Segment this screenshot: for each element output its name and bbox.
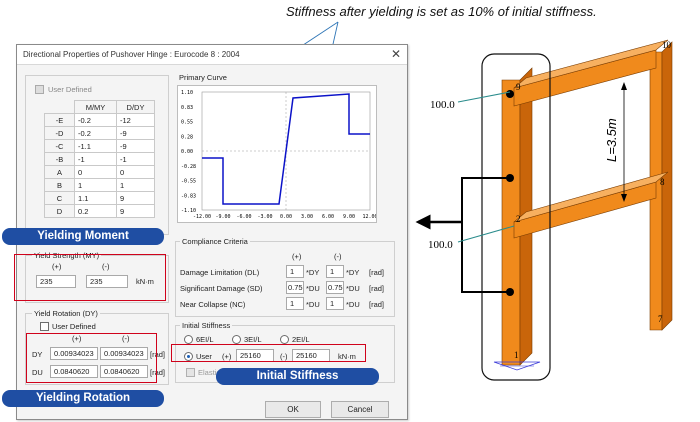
nc-minus-input[interactable]: 1 xyxy=(326,297,344,310)
nc-plus-input[interactable]: 1 xyxy=(286,297,304,310)
table-row: -D -0.2 -9 xyxy=(44,126,155,140)
cell-d[interactable]: -12 xyxy=(116,113,155,127)
cell-d[interactable]: -9 xyxy=(116,139,155,153)
dialog-title: Directional Properties of Pushover Hinge… xyxy=(23,50,240,59)
x-tick-label: 0.00 xyxy=(280,214,292,220)
radio-2eil[interactable] xyxy=(280,335,289,344)
table-row: -E -0.2 -12 xyxy=(44,113,155,127)
close-icon[interactable]: ✕ xyxy=(391,47,401,61)
hinge-point-top xyxy=(506,90,514,98)
yielding-rotation-badge: Yielding Rotation xyxy=(2,390,164,407)
cell-d[interactable]: 0 xyxy=(116,165,155,179)
initial-stiffness-badge: Initial Stiffness xyxy=(216,368,379,385)
cell-d[interactable]: 9 xyxy=(116,204,155,218)
y-tick-label: 0.28 xyxy=(181,134,193,140)
node-label-7: 7 xyxy=(658,314,663,324)
user-defined-checkbox[interactable] xyxy=(35,85,44,94)
yield-rotation-title: Yield Rotation (DY) xyxy=(32,309,100,318)
node-label-1: 1 xyxy=(514,350,519,360)
cell-m[interactable]: -0.2 xyxy=(74,113,117,127)
y-tick-label: 0.83 xyxy=(181,105,193,111)
cell-d[interactable]: -1 xyxy=(116,152,155,166)
y-tick-label: -0.83 xyxy=(181,193,196,199)
sd-label: Significant Damage (SD) xyxy=(180,284,263,293)
table-row: -B -1 -1 xyxy=(44,152,155,166)
compliance-criteria-group: Compliance Criteria (+) (-) Damage Limit… xyxy=(175,237,395,317)
yielding-moment-highlight xyxy=(14,254,166,301)
node-label-8: 8 xyxy=(660,177,665,187)
radio-6eil[interactable] xyxy=(184,335,193,344)
cell-m[interactable]: -1.1 xyxy=(74,139,117,153)
y-tick-label: -0.28 xyxy=(181,164,196,170)
cell-m[interactable]: -0.2 xyxy=(74,126,117,140)
cell-m[interactable]: 1 xyxy=(74,178,117,192)
x-tick-label: -6.00 xyxy=(236,214,251,220)
cell-m[interactable]: -1 xyxy=(74,152,117,166)
y-tick-label: 0.00 xyxy=(181,149,193,155)
cell-m[interactable]: 0 xyxy=(74,165,117,179)
cell-d[interactable]: 1 xyxy=(116,178,155,192)
initial-stiffness-title: Initial Stiffness xyxy=(180,321,233,330)
primary-curve-title: Primary Curve xyxy=(179,73,227,82)
elastic-stiffness-checkbox[interactable] xyxy=(186,368,195,377)
cell-d[interactable]: -9 xyxy=(116,126,155,140)
dl-minus-input[interactable]: 1 xyxy=(326,265,344,278)
x-tick-label: 12.00 xyxy=(362,214,376,220)
table-row: C 1.1 9 xyxy=(44,191,155,205)
dialog-titlebar: Directional Properties of Pushover Hinge… xyxy=(17,45,407,65)
initial-stiffness-highlight xyxy=(171,344,366,362)
x-tick-label: -3.00 xyxy=(257,214,272,220)
col-header-m: M/MY xyxy=(74,100,117,114)
x-tick-label: 6.00 xyxy=(322,214,334,220)
sd-minus-input[interactable]: 0.75 xyxy=(326,281,344,294)
frame-model-view: 100.0 100.0 L=3.5m 9 10 8 2 7 1 xyxy=(415,39,673,381)
sd-plus-input[interactable]: 0.75 xyxy=(286,281,304,294)
yielding-rotation-highlight xyxy=(26,333,157,383)
y-tick-label: -0.55 xyxy=(181,179,196,185)
col-header-d: D/DY xyxy=(116,100,155,114)
x-tick-label: -9.00 xyxy=(215,214,230,220)
ok-button[interactable]: OK xyxy=(265,401,321,418)
cell-m[interactable]: 1.1 xyxy=(74,191,117,205)
table-row: -C -1.1 -9 xyxy=(44,139,155,153)
height-dimension-label: L=3.5m xyxy=(604,118,619,162)
user-defined-label: User Defined xyxy=(48,85,92,94)
table-row: A00 xyxy=(44,165,155,179)
dl-plus-input[interactable]: 1 xyxy=(286,265,304,278)
load-label-mid: 100.0 xyxy=(428,239,453,251)
nc-label: Near Collapse (NC) xyxy=(180,300,246,309)
cell-d[interactable]: 9 xyxy=(116,191,155,205)
dl-label: Damage Limitation (DL) xyxy=(180,268,260,277)
node-label-9: 9 xyxy=(516,82,521,92)
x-axis-ticks: -12.00 -9.00 -6.00 -3.00 0.00 3.00 6.00 9.00 12.… xyxy=(193,214,378,220)
table-row: B11 xyxy=(44,178,155,192)
cell-m[interactable]: 0.2 xyxy=(74,204,117,218)
cancel-button[interactable]: Cancel xyxy=(331,401,389,418)
yield-rotation-user-checkbox[interactable] xyxy=(40,322,49,331)
x-tick-label: 3.00 xyxy=(301,214,313,220)
node-label-2: 2 xyxy=(516,214,521,224)
primary-curve-panel: 1.10 0.83 0.55 0.28 0.00 -0.28 -0.55 -0.83 -1.10… xyxy=(177,85,378,223)
x-tick-label: -12.00 xyxy=(193,214,211,220)
yielding-moment-badge: Yielding Moment xyxy=(2,228,164,245)
node-label-10: 10 xyxy=(662,40,672,50)
primary-curve-chart: 1.100.830.550.280.00-0.28-0.55-0.83-1.10… xyxy=(181,90,378,220)
radio-3eil[interactable] xyxy=(232,335,241,344)
x-tick-label: 9.00 xyxy=(343,214,355,220)
table-row: D 0.2 9 xyxy=(44,204,155,218)
y-tick-label: 1.10 xyxy=(181,90,193,96)
y-tick-label: 0.55 xyxy=(181,120,193,126)
hinge-table-group: User Defined M/MY D/DY -E -0.2 -12 -D -0.2-… xyxy=(25,75,169,235)
load-label-top: 100.0 xyxy=(430,99,455,111)
annotation-post-yield-stiffness: Stiffness after yielding is set as 10% o… xyxy=(286,4,597,19)
compliance-title: Compliance Criteria xyxy=(180,237,250,246)
hinge-points-table: M/MY D/DY -E -0.2 -12 -D -0.2 -9 -C -1.1 -9 -B… xyxy=(44,100,155,218)
y-axis-ticks: 1.100.830.550.280.00-0.28-0.55-0.83-1.10 xyxy=(181,90,196,214)
